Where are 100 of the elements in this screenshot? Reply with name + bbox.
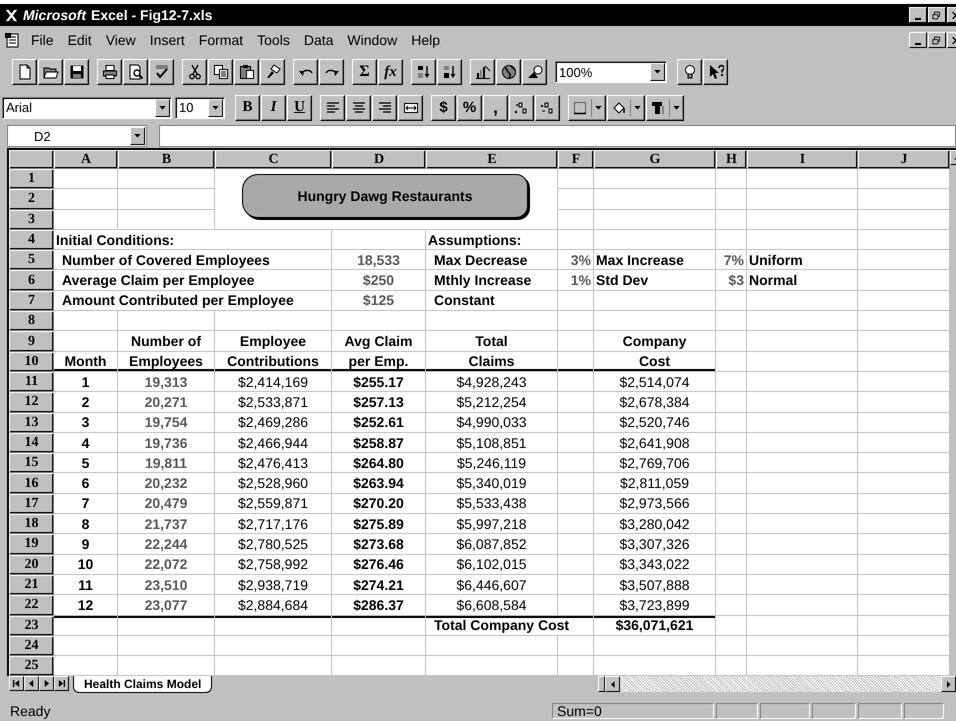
table-cell[interactable]: $263.94 xyxy=(332,473,426,494)
table-cell[interactable]: $286.37 xyxy=(332,595,426,616)
autosum-button[interactable]: Σ xyxy=(352,59,377,85)
table-cell[interactable]: $5,533,438 xyxy=(426,494,558,514)
zoom-dropdown[interactable]: 100% xyxy=(555,61,667,83)
table-cell[interactable]: Uniform xyxy=(747,250,858,270)
italic-button[interactable]: I xyxy=(261,94,286,120)
table-cell[interactable]: 2 xyxy=(54,392,118,413)
table-cell[interactable]: $2,717,176 xyxy=(215,514,332,534)
comma-style-button[interactable]: , xyxy=(483,94,508,120)
table-cell[interactable]: $3,343,022 xyxy=(594,554,716,575)
table-cell[interactable]: $2,469,286 xyxy=(215,412,332,433)
table-cell[interactable]: $5,340,019 xyxy=(426,473,558,494)
table-cell[interactable]: 19,754 xyxy=(118,412,215,433)
table-cell[interactable]: 8 xyxy=(54,514,118,534)
row-header[interactable]: 13 xyxy=(9,412,54,433)
sheet-tab[interactable]: Health Claims Model xyxy=(73,676,212,694)
table-cell[interactable]: 19,736 xyxy=(118,432,215,454)
row-header[interactable]: 18 xyxy=(9,514,54,534)
table-cell[interactable]: 3% xyxy=(558,250,594,270)
column-header[interactable]: F xyxy=(558,150,594,169)
row-header[interactable]: 8 xyxy=(9,311,54,332)
table-cell[interactable]: $276.46 xyxy=(332,554,426,575)
table-cell[interactable]: $2,414,169 xyxy=(215,372,332,392)
table-cell[interactable]: $5,212,254 xyxy=(426,392,558,413)
table-cell[interactable]: $3,280,042 xyxy=(594,514,716,534)
table-cell[interactable]: 1 xyxy=(54,372,118,392)
underline-button[interactable]: U xyxy=(287,94,312,120)
table-cell[interactable]: 18,533 xyxy=(332,250,426,270)
menu-item[interactable]: Insert xyxy=(142,30,192,50)
table-cell[interactable]: $257.13 xyxy=(332,392,426,413)
table-cell[interactable]: $2,476,413 xyxy=(215,453,332,474)
table-cell[interactable]: Month xyxy=(54,352,118,372)
column-header[interactable]: B xyxy=(118,150,215,169)
table-cell[interactable]: $258.87 xyxy=(332,432,426,454)
table-cell[interactable]: Claims xyxy=(426,352,558,372)
row-header[interactable]: 24 xyxy=(9,636,54,656)
menu-item[interactable]: File xyxy=(24,30,61,50)
menu-item[interactable]: Window xyxy=(340,30,404,50)
table-cell[interactable]: Number of Covered Employees xyxy=(54,250,332,270)
row-header[interactable]: 10 xyxy=(9,352,54,372)
table-cell[interactable]: $5,246,119 xyxy=(426,453,558,474)
table-cell[interactable]: $5,997,218 xyxy=(426,514,558,534)
table-cell[interactable]: $6,608,584 xyxy=(426,595,558,616)
function-button[interactable]: fx xyxy=(378,59,403,85)
table-cell[interactable]: Max Decrease xyxy=(426,250,558,270)
table-cell[interactable]: $274.21 xyxy=(332,574,426,596)
table-cell[interactable]: $264.80 xyxy=(332,453,426,474)
table-cell[interactable]: $2,514,074 xyxy=(594,372,716,392)
table-cell[interactable]: 7 xyxy=(54,494,118,514)
menu-item[interactable]: Format xyxy=(192,30,250,50)
currency-button[interactable]: $ xyxy=(431,94,456,120)
table-cell[interactable]: $3,307,326 xyxy=(594,534,716,555)
row-header[interactable]: 3 xyxy=(9,210,54,230)
column-header[interactable]: E xyxy=(426,150,558,169)
row-header[interactable]: 15 xyxy=(9,453,54,474)
row-header[interactable]: 9 xyxy=(9,331,54,352)
row-header[interactable]: 19 xyxy=(9,534,54,555)
table-cell[interactable]: 23,077 xyxy=(118,595,215,616)
table-cell[interactable]: $2,973,566 xyxy=(594,494,716,514)
table-cell[interactable]: 19,313 xyxy=(118,372,215,392)
row-header[interactable]: 12 xyxy=(9,392,54,413)
table-cell[interactable]: $273.68 xyxy=(332,534,426,555)
name-box[interactable]: D2 xyxy=(7,125,147,147)
table-cell[interactable]: 10 xyxy=(54,554,118,575)
row-header[interactable]: 17 xyxy=(9,494,54,514)
table-cell[interactable]: $275.89 xyxy=(332,514,426,534)
row-header[interactable]: 6 xyxy=(9,270,54,291)
row-header[interactable]: 1 xyxy=(9,169,54,190)
table-cell[interactable]: $36,071,621 xyxy=(594,616,716,636)
table-cell[interactable]: Mthly Increase xyxy=(426,270,558,291)
column-header[interactable]: G xyxy=(594,150,716,169)
table-cell[interactable]: Max Increase xyxy=(594,250,716,270)
table-cell[interactable]: 20,479 xyxy=(118,494,215,514)
table-cell[interactable]: $2,769,706 xyxy=(594,453,716,474)
table-cell[interactable]: $255.17 xyxy=(332,372,426,392)
table-cell[interactable]: $2,528,960 xyxy=(215,473,332,494)
row-header[interactable]: 22 xyxy=(9,595,54,616)
table-cell[interactable]: Cost xyxy=(594,352,716,372)
table-cell[interactable]: $250 xyxy=(332,270,426,291)
table-cell[interactable]: 9 xyxy=(54,534,118,555)
column-header[interactable]: J xyxy=(858,150,950,169)
table-cell[interactable]: $2,811,059 xyxy=(594,473,716,494)
table-cell[interactable]: Avg Claim xyxy=(332,331,426,352)
row-header[interactable]: 21 xyxy=(9,574,54,596)
font-size-dropdown[interactable]: 10 xyxy=(175,96,225,118)
row-header[interactable]: 23 xyxy=(9,616,54,636)
table-cell[interactable]: 22,072 xyxy=(118,554,215,575)
table-cell[interactable]: $2,938,719 xyxy=(215,574,332,596)
table-cell[interactable]: $6,102,015 xyxy=(426,554,558,575)
table-cell[interactable]: 1% xyxy=(558,270,594,291)
table-cell[interactable]: 23,510 xyxy=(118,574,215,596)
table-cell[interactable]: 5 xyxy=(54,453,118,474)
table-cell[interactable]: 4 xyxy=(54,432,118,454)
row-header[interactable]: 7 xyxy=(9,290,54,312)
table-cell[interactable]: Contributions xyxy=(215,352,332,372)
menu-item[interactable]: Edit xyxy=(60,30,99,50)
table-cell[interactable]: Company xyxy=(594,331,716,352)
table-cell[interactable]: $3,723,899 xyxy=(594,595,716,616)
table-cell[interactable]: Total Company Cost xyxy=(426,616,594,636)
